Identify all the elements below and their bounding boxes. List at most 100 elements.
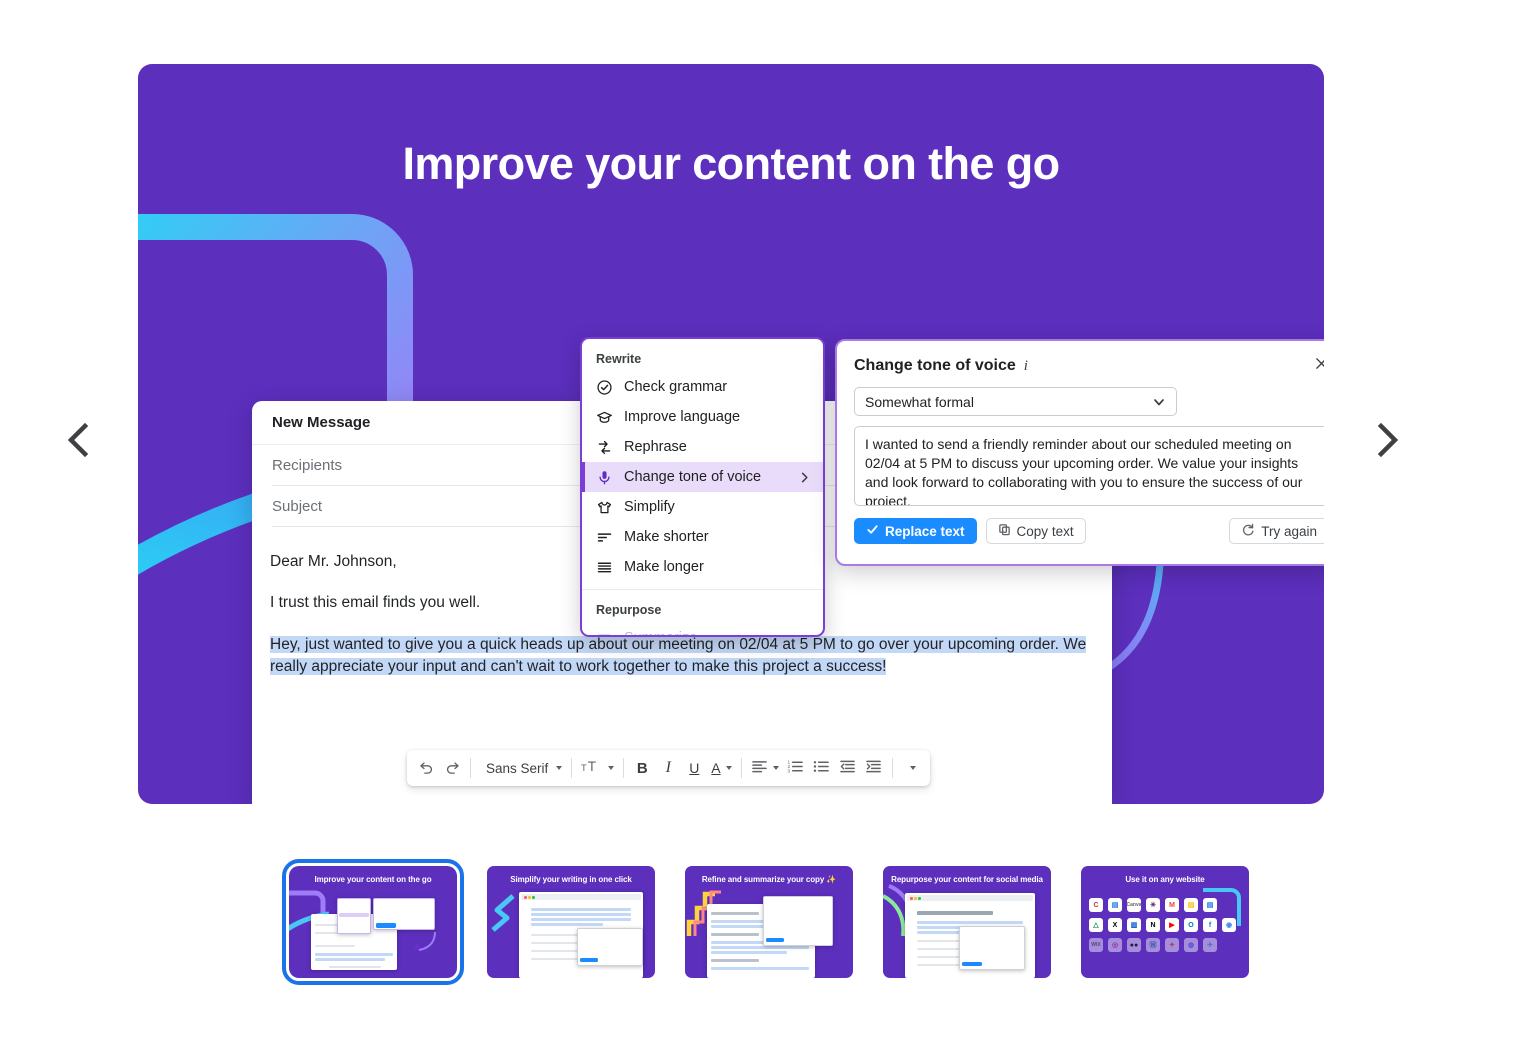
indent-increase-button[interactable] bbox=[861, 754, 887, 782]
carousel-next-button[interactable] bbox=[1358, 410, 1418, 470]
indent-decrease-icon bbox=[839, 759, 856, 777]
chevron-right-icon bbox=[1375, 422, 1401, 458]
chevron-left-icon bbox=[65, 422, 91, 458]
bulleted-list-icon bbox=[813, 759, 830, 777]
menu-item-improve-language[interactable]: Improve language bbox=[582, 402, 823, 432]
thumbnail-slide-2[interactable]: Simplify your writing in one click bbox=[487, 866, 655, 978]
menu-item-label: Change tone of voice bbox=[624, 469, 762, 485]
carousel-thumbnails: Improve your content on the go Simplify … bbox=[0, 859, 1538, 985]
hero-title: Improve your content on the go bbox=[402, 138, 1060, 189]
menu-group-rewrite-label: Rewrite bbox=[596, 352, 642, 366]
rewrite-dropdown-menu: Rewrite Check grammar Improve language R… bbox=[580, 337, 825, 637]
font-size-button[interactable]: TT bbox=[577, 754, 618, 782]
app-icon-slack: ✳ bbox=[1146, 898, 1160, 912]
indent-decrease-button[interactable] bbox=[835, 754, 861, 782]
redo-button[interactable] bbox=[439, 754, 465, 782]
font-family-selector[interactable]: Sans Serif bbox=[476, 754, 566, 782]
refresh-icon bbox=[1241, 523, 1255, 540]
menu-item-simplify[interactable]: Simplify bbox=[582, 492, 823, 522]
menu-item-label: Summarize bbox=[624, 630, 697, 635]
more-options-button[interactable] bbox=[898, 754, 924, 782]
body-highlighted-paragraph: Hey, just wanted to give you a quick hea… bbox=[270, 634, 1094, 679]
app-icon-row-1: C ▤ Canva ✳ M ▤ ▤ bbox=[1089, 898, 1217, 912]
undo-button[interactable] bbox=[413, 754, 439, 782]
app-icon-wix: WIX bbox=[1089, 938, 1103, 952]
make-longer-icon bbox=[595, 558, 613, 576]
app-icon-medium: ●● bbox=[1127, 938, 1141, 952]
undo-icon bbox=[418, 758, 435, 778]
svg-text:T: T bbox=[588, 759, 596, 774]
app-icon-outlook: O bbox=[1184, 918, 1198, 932]
try-again-label: Try again bbox=[1261, 523, 1317, 539]
chevron-down-icon bbox=[1152, 395, 1166, 409]
underline-button[interactable]: U bbox=[681, 754, 707, 782]
chevron-down-icon bbox=[725, 766, 732, 770]
app-icon-discord: ◍ bbox=[1184, 938, 1198, 952]
menu-item-check-grammar[interactable]: Check grammar bbox=[582, 372, 823, 402]
copy-text-label: Copy text bbox=[1016, 523, 1074, 539]
menu-item-label: Make shorter bbox=[624, 529, 709, 545]
numbered-list-button[interactable]: 123 bbox=[783, 754, 809, 782]
app-icon-sheets: ▤ bbox=[1203, 898, 1217, 912]
check-circle-icon bbox=[595, 378, 613, 396]
underline-icon: U bbox=[689, 760, 700, 776]
toolbar-divider bbox=[740, 758, 742, 778]
compose-title: New Message bbox=[272, 414, 371, 431]
app-icon-canva: C bbox=[1089, 898, 1103, 912]
menu-item-make-shorter[interactable]: Make shorter bbox=[582, 522, 823, 552]
chevron-down-icon bbox=[772, 766, 779, 770]
close-panel-button[interactable] bbox=[1314, 356, 1324, 376]
menu-item-rephrase[interactable]: Rephrase bbox=[582, 432, 823, 462]
svg-text:3: 3 bbox=[788, 769, 791, 774]
toolbar-divider bbox=[623, 758, 625, 778]
check-icon bbox=[866, 523, 879, 539]
formatting-toolbar: Sans Serif TT B I U A 1 2 3 bbox=[407, 750, 930, 786]
bold-icon: B bbox=[636, 759, 648, 777]
indent-increase-icon bbox=[865, 759, 882, 777]
text-color-button[interactable]: A bbox=[707, 754, 735, 782]
app-icon-notion: N bbox=[1146, 918, 1160, 932]
menu-item-label: Rephrase bbox=[624, 439, 687, 455]
chevron-right-icon bbox=[798, 471, 811, 484]
app-icon-facebook: f bbox=[1203, 918, 1217, 932]
app-icon-youtube: ▶ bbox=[1165, 918, 1179, 932]
rephrase-arrows-icon bbox=[595, 438, 613, 456]
bold-button[interactable]: B bbox=[629, 754, 655, 782]
app-icon-trello: ▥ bbox=[1127, 918, 1141, 932]
thumbnail-slide-5[interactable]: Use it on any website C ▤ Canva ✳ M ▤ ▤ … bbox=[1081, 866, 1249, 978]
summarize-icon bbox=[595, 629, 613, 635]
tone-select[interactable]: Somewhat formal bbox=[854, 387, 1177, 416]
menu-item-make-longer[interactable]: Make longer bbox=[582, 552, 823, 582]
menu-item-change-tone-of-voice[interactable]: Change tone of voice bbox=[582, 462, 823, 492]
thumbnail-slide-1[interactable]: Improve your content on the go bbox=[282, 859, 464, 985]
copy-icon bbox=[998, 523, 1011, 539]
app-icon-figma: ✦ bbox=[1165, 938, 1179, 952]
app-icon-wordpress: Ⓦ bbox=[1146, 938, 1160, 952]
menu-item-label: Check grammar bbox=[624, 379, 728, 395]
carousel-prev-button[interactable] bbox=[48, 410, 108, 470]
tone-panel-title: Change tone of voice bbox=[854, 357, 1016, 374]
app-icon-keep: ▤ bbox=[1184, 898, 1198, 912]
bulleted-list-button[interactable] bbox=[809, 754, 835, 782]
app-icon-row-3: WIX ◎ ●● Ⓦ ✦ ◍ ✈ bbox=[1089, 938, 1217, 952]
replace-text-button[interactable]: Replace text bbox=[854, 518, 977, 544]
menu-item-summarize[interactable]: Summarize bbox=[582, 623, 823, 635]
redo-icon bbox=[444, 758, 461, 778]
more-options-caret-icon bbox=[910, 766, 917, 770]
close-x-icon bbox=[1314, 356, 1324, 376]
app-icon-x: X bbox=[1108, 918, 1122, 932]
svg-text:T: T bbox=[581, 763, 587, 773]
tone-result-textarea[interactable]: I wanted to send a friendly reminder abo… bbox=[854, 426, 1324, 506]
tshirt-icon bbox=[595, 498, 613, 516]
make-shorter-icon bbox=[595, 528, 613, 546]
app-icon-canva-2: Canva bbox=[1127, 898, 1142, 912]
italic-button[interactable]: I bbox=[655, 754, 681, 782]
thumbnail-slide-3[interactable]: Refine and summarize your copy ✨ bbox=[685, 866, 853, 978]
tone-select-value: Somewhat formal bbox=[865, 393, 974, 410]
thumbnail-slide-4[interactable]: Repurpose your content for social media bbox=[883, 866, 1051, 978]
info-italic-icon[interactable]: i bbox=[1024, 358, 1028, 375]
try-again-button[interactable]: Try again bbox=[1229, 518, 1324, 544]
copy-text-button[interactable]: Copy text bbox=[985, 518, 1086, 544]
align-button[interactable] bbox=[747, 754, 783, 782]
hero-slide: Improve your content on the go New Messa… bbox=[138, 64, 1324, 804]
